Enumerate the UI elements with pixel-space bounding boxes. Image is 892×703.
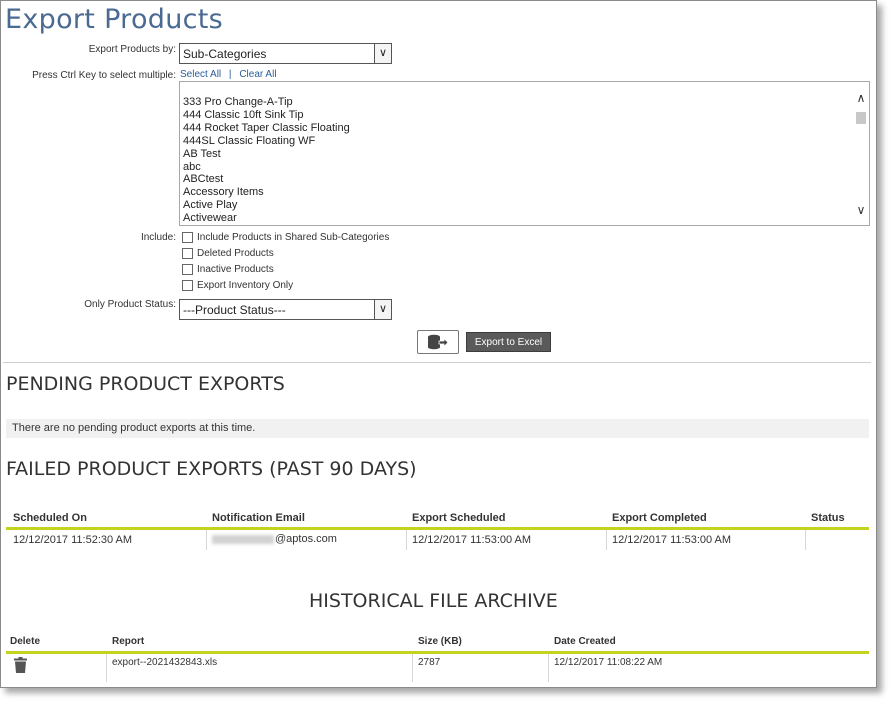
list-item[interactable]: Accessory Items [183,186,350,199]
select-all-link[interactable]: Select All [180,69,221,80]
pending-exports-heading: PENDING PRODUCT EXPORTS [6,373,285,395]
subcategory-listbox[interactable]: 333 Pro Change-A-Tip 444 Classic 10ft Si… [179,81,870,226]
scheduled-on-cell: 12/12/2017 11:52:30 AM [13,534,133,546]
export-scheduled-cell: 12/12/2017 11:53:00 AM [412,534,532,546]
clear-all-link[interactable]: Clear All [239,69,276,80]
col-size: Size (KB) [418,636,462,647]
scroll-thumb[interactable] [856,112,866,124]
inactive-products-label: Inactive Products [197,264,274,275]
inactive-products-checkbox[interactable] [182,264,193,275]
cell-separator [548,654,549,682]
list-item[interactable]: 444 Rocket Taper Classic Floating [183,122,350,135]
col-export-completed: Export Completed [612,512,707,524]
archive-heading: HISTORICAL FILE ARCHIVE [309,590,558,612]
export-inventory-label: Export Inventory Only [197,280,294,291]
export-by-select[interactable]: Sub-Categories ∨ [179,43,392,64]
inactive-products-option[interactable]: Inactive Products [182,264,274,275]
list-item[interactable]: AB Test [183,148,350,161]
cell-separator [406,530,407,550]
cell-separator [412,654,413,682]
deleted-products-label: Deleted Products [197,248,274,259]
cell-separator [805,530,806,550]
cell-separator [206,530,207,550]
include-shared-option[interactable]: Include Products in Shared Sub-Categorie… [182,232,389,243]
cell-separator [606,530,607,550]
export-inventory-checkbox[interactable] [182,280,193,291]
report-file-link[interactable]: export--2021432843.xls [112,657,217,668]
pending-notice: There are no pending product exports at … [6,419,869,438]
redacted-email-user [212,534,274,544]
chevron-down-icon[interactable]: ∨ [374,300,391,319]
listbox-scrollbar[interactable]: ∧ ∨ [853,82,869,225]
delete-button[interactable] [14,657,27,673]
include-shared-label: Include Products in Shared Sub-Categorie… [197,232,390,243]
export-completed-cell: 12/12/2017 11:53:00 AM [612,534,732,546]
chevron-down-icon[interactable]: ∨ [374,44,391,63]
export-inventory-option[interactable]: Export Inventory Only [182,280,293,291]
status-label: Only Product Status: [84,299,176,310]
database-export-icon [428,334,449,350]
list-item[interactable]: Active Play [183,199,350,212]
ctrl-hint-label: Press Ctrl Key to select multiple: [32,70,176,81]
size-cell: 2787 [418,657,441,668]
archive-table-rule [6,651,869,654]
include-shared-checkbox[interactable] [182,232,193,243]
page-title: Export Products [5,4,224,35]
link-separator: | [228,69,232,80]
product-status-value: ---Product Status--- [183,303,286,317]
col-report: Report [112,636,145,647]
export-database-button[interactable] [417,330,459,354]
col-notification-email: Notification Email [212,512,305,524]
deleted-products-option[interactable]: Deleted Products [182,248,274,259]
include-label: Include: [140,232,176,243]
list-item[interactable]: 444 Classic 10ft Sink Tip [183,109,350,122]
list-item[interactable]: 333 Pro Change-A-Tip [183,96,350,109]
cell-separator [106,654,107,682]
scroll-up-icon[interactable]: ∧ [853,91,869,105]
col-scheduled-on: Scheduled On [13,512,87,524]
email-domain: @aptos.com [275,533,337,545]
col-delete: Delete [10,636,41,647]
list-item[interactable]: Activewear [183,212,350,225]
trash-icon [14,657,27,673]
list-item[interactable]: ABCtest [183,173,350,186]
product-status-select[interactable]: ---Product Status--- ∨ [179,299,392,320]
col-date-created: Date Created [554,636,616,647]
deleted-products-checkbox[interactable] [182,248,193,259]
selection-links: Select All | Clear All [180,69,277,80]
failed-table-rule [6,527,869,530]
col-status: Status [811,512,845,524]
export-by-label: Export Products by: [88,44,176,55]
list-item[interactable]: abc [183,161,350,174]
section-divider [3,362,871,363]
failed-exports-heading: FAILED PRODUCT EXPORTS (PAST 90 DAYS) [6,458,417,480]
notification-email-cell: @aptos.com [212,533,337,545]
export-products-window: Export Products Export Products by: Sub-… [0,0,877,688]
date-created-cell: 12/12/2017 11:08:22 AM [554,657,663,668]
listbox-items: 333 Pro Change-A-Tip 444 Classic 10ft Si… [183,96,350,225]
export-to-excel-button[interactable]: Export to Excel [466,332,551,352]
scroll-down-icon[interactable]: ∨ [853,203,869,217]
export-by-value: Sub-Categories [183,47,267,61]
col-export-scheduled: Export Scheduled [412,512,506,524]
list-item[interactable]: 444SL Classic Floating WF [183,135,350,148]
